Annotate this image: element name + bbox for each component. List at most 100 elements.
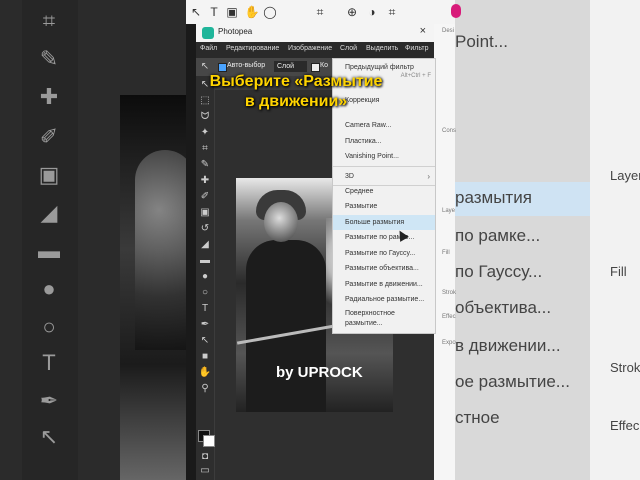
healing-icon: ✚ [39,84,59,109]
menu-separator [333,166,435,167]
bg-side-text: Effec [610,418,640,433]
app-title: Photopea [218,27,253,36]
menu-item-vanishing-point[interactable]: Vanishing Point... [333,149,435,164]
gradient-icon[interactable]: ▬ [198,254,212,268]
screen-mode-icon[interactable]: ▭ [198,464,212,478]
menu-item-liquify[interactable]: Пластика... [333,134,435,149]
menu-item-radial-blur[interactable]: Радиальное размытие... [333,292,435,307]
caption-line-2: в движении» [244,93,348,110]
hand-icon[interactable]: ✋ [244,4,260,20]
background-side-panel [590,0,640,480]
crop-icon[interactable]: ⌗ [198,142,212,156]
menu-layer[interactable]: Слой [340,45,357,52]
bg-menu-text: стное [455,408,500,427]
stamp-icon[interactable]: ▣ [198,206,212,220]
move-icon[interactable]: ↖ [188,4,204,20]
controls-label: Ко [320,62,328,69]
bg-side-text: Layer [610,168,640,183]
panel-label: Laye [442,208,456,214]
background-left-blur: ⌗ ✎ ✚ ✐ ▣ ◢ ▬ ● ○ T ✒ ↖ [0,0,186,480]
lasso-icon[interactable]: ᗢ [198,110,212,124]
eraser-icon[interactable]: ◢ [198,238,212,252]
menu-item-camera-raw[interactable]: Camera Raw... [333,118,435,133]
comment-icon[interactable]: ◯ [262,4,278,20]
bg-menu-text: размытия [455,188,532,207]
pen-icon[interactable]: ✒ [198,318,212,332]
dodge-icon: ○ [42,314,56,339]
close-button[interactable]: × [420,25,426,37]
crop-icon[interactable]: ⌗ [384,4,400,20]
brush-icon: ✐ [39,124,59,149]
path-select-icon[interactable]: ↖ [198,334,212,348]
panel-label: Expo [442,340,456,346]
layer-select[interactable]: Слой [274,61,307,72]
menu-edit[interactable]: Редактирование [226,45,279,52]
stamp-icon: ▣ [38,162,60,187]
photo-figure-body [246,240,326,412]
menu-item-blur-more[interactable]: Больше размытия [333,215,435,230]
menu-item-lens-blur[interactable]: Размытие объектива... [333,261,435,276]
healing-icon[interactable]: ✚ [198,174,212,188]
menu-filter[interactable]: Фильтр [405,45,429,52]
shape-icon[interactable]: ■ [198,350,212,364]
hand-icon[interactable]: ✋ [198,366,212,380]
instruction-caption: Выберите «Размытие в движении» [206,72,386,112]
menu-item-blur[interactable]: Размытие [333,199,435,214]
gradient-icon: ▬ [38,238,60,263]
history-brush-icon[interactable]: ↺ [198,222,212,236]
photo-figure-head [264,202,298,242]
panel-label: Desi [442,28,455,34]
menu-bar: Файл Редактирование Изображение Слой Выд… [196,42,434,58]
top-toolbar: ↖ T ▣ ✋ ◯ ⌗ ⊕ ◑ ⌗ [186,0,455,24]
path-select-icon: ↖ [39,424,59,449]
type-icon[interactable]: T [198,302,212,316]
bg-side-text: Strok [610,360,640,375]
bg-menu-text: в движении... [455,336,561,355]
brush-icon[interactable]: ✐ [198,190,212,204]
contrast-icon[interactable]: ◑ [364,4,380,20]
quick-mask-icon[interactable]: ◘ [198,450,212,464]
eyedropper-icon[interactable]: ✎ [198,158,212,172]
bg-menu-text: объектива... [455,298,552,317]
blur-icon[interactable]: ● [198,270,212,284]
panel-label: Cons [442,128,457,134]
eraser-icon: ◢ [40,200,58,225]
photopea-logo-icon [202,27,214,39]
submenu-arrow-icon: › [427,172,430,181]
title-bar: Photopea × [196,24,434,42]
magic-wand-icon[interactable]: ✦ [198,126,212,140]
bg-menu-text: ое размытие... [455,372,570,391]
menu-item-gaussian-blur[interactable]: Размытие по Гауссу... [333,246,435,261]
eyedropper-icon: ✎ [39,46,59,71]
image-icon[interactable]: ▣ [224,4,240,20]
zoom-icon[interactable]: ⚲ [198,382,212,396]
shortcut-label: Alt+Ctrl + F [400,73,431,79]
menu-item-motion-blur[interactable]: Размытие в движении... [333,277,435,292]
background-color-swatch[interactable] [203,435,215,447]
menu-item-average[interactable]: Среднее [333,184,435,199]
menu-file[interactable]: Файл [200,45,217,52]
background-right-blur: Point... размытия по рамке... по Гауссу.… [455,0,640,480]
dodge-icon[interactable]: ○ [198,286,212,300]
text-icon: T [42,350,56,375]
properties-panel: Desi Cons Laye Fill Strok Effec Expo [434,24,457,480]
menu-item-surface-blur-cont[interactable]: размытие... [333,318,435,330]
target-icon[interactable]: ⊕ [344,4,360,20]
background-figure [135,150,186,350]
menu-item-3d[interactable]: 3D › [333,169,435,184]
menu-image[interactable]: Изображение [288,45,332,52]
autoselect-checkbox[interactable] [218,63,227,72]
drop-icon: ● [42,276,56,301]
menu-item-box-blur[interactable]: Размытие по рамке... [333,230,435,245]
caption-line-1: Выберите «Размытие [209,73,383,90]
menu-select[interactable]: Выделить [366,45,398,52]
panel-label: Effec [442,314,456,320]
panel-label: Strok [442,290,457,296]
crop-icon: ⌗ [42,8,56,33]
controls-checkbox[interactable] [311,63,320,72]
brand-dot [451,4,461,18]
autoselect-label: Авто-выбор [227,62,266,69]
frame-icon[interactable]: ⌗ [312,4,328,20]
type-icon[interactable]: T [206,4,222,20]
bg-menu-text: Point... [455,32,508,51]
